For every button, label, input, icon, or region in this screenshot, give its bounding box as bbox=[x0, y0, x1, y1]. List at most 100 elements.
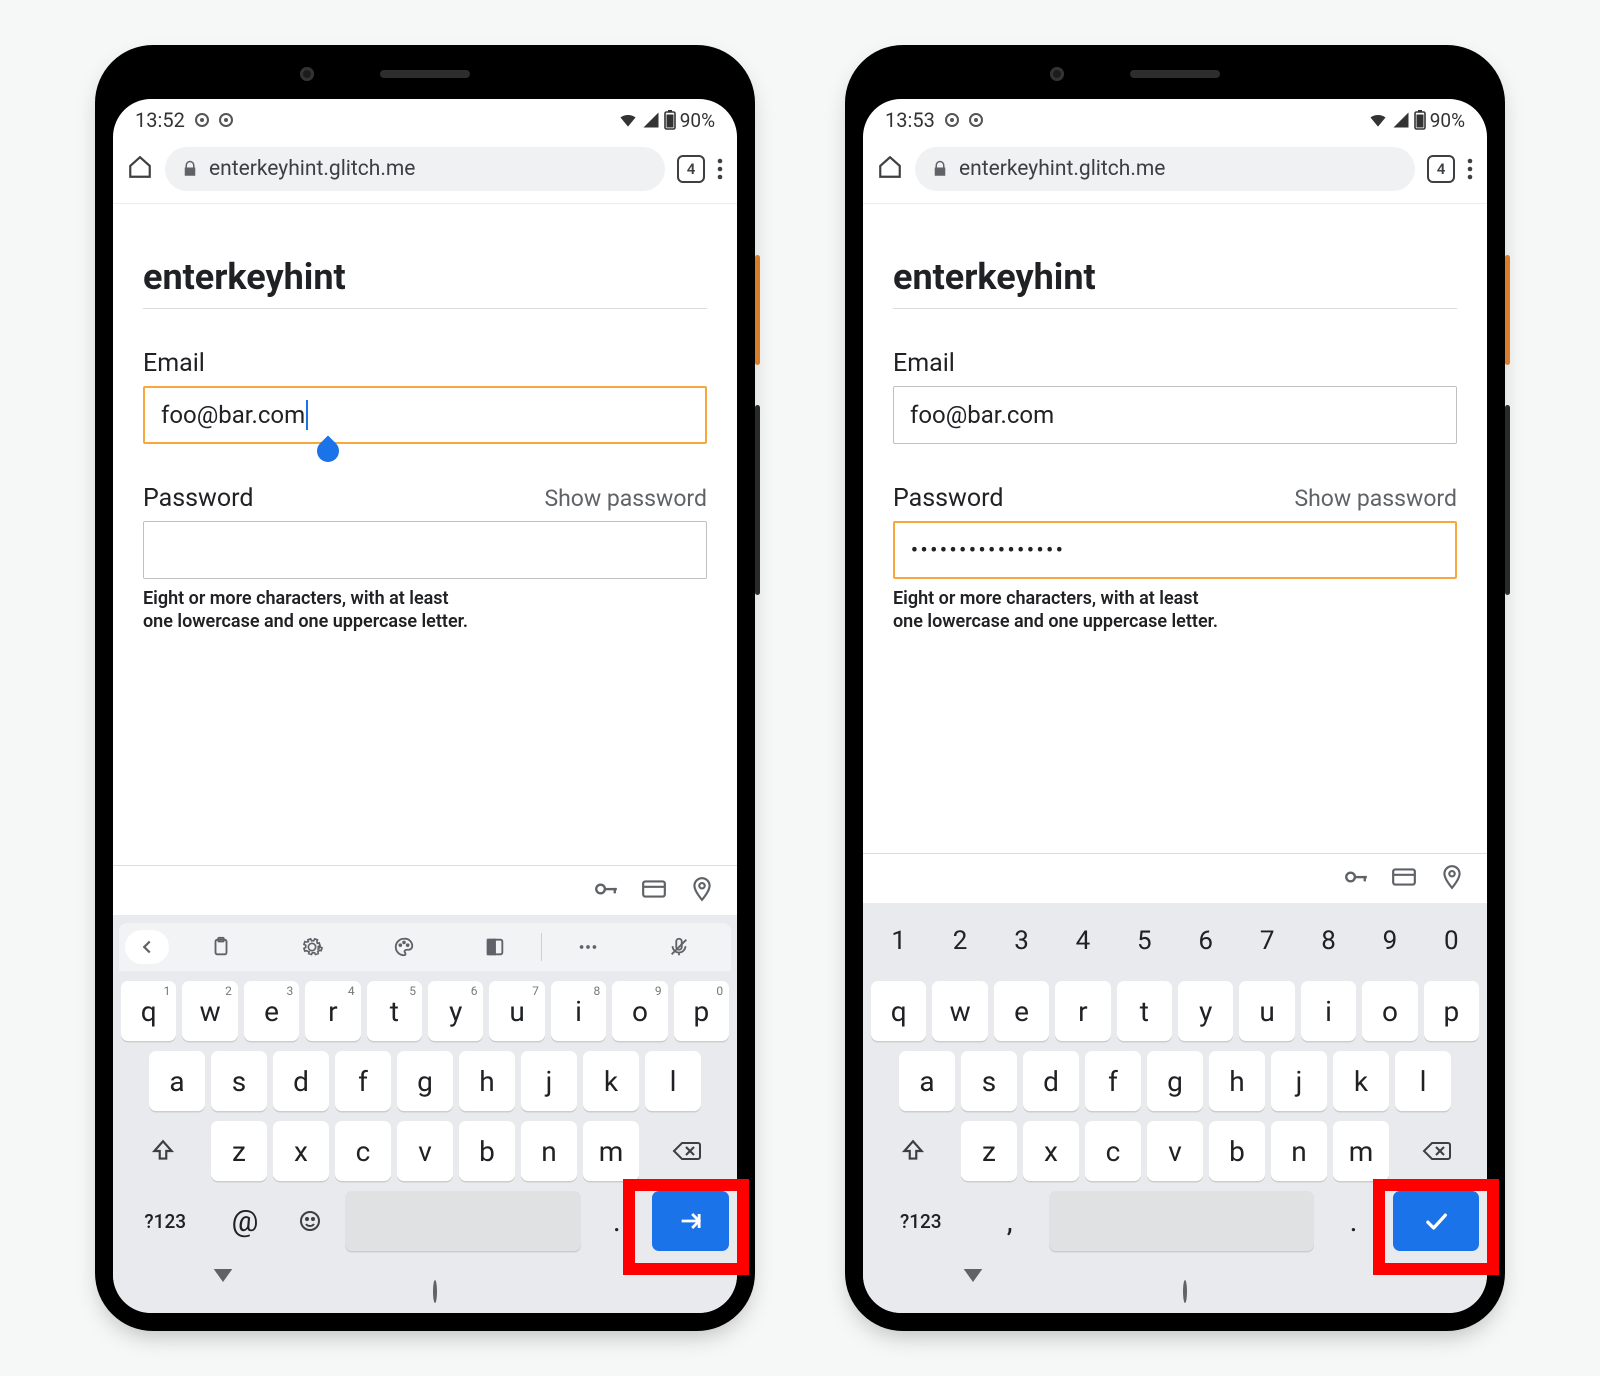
key-icon[interactable] bbox=[593, 876, 619, 906]
key-7[interactable]: 7 bbox=[1239, 911, 1294, 971]
key-e[interactable]: e3 bbox=[244, 981, 299, 1041]
location-icon[interactable] bbox=[1439, 864, 1465, 894]
key-6[interactable]: 6 bbox=[1178, 911, 1233, 971]
key-g[interactable]: g bbox=[1147, 1051, 1203, 1111]
key-k[interactable]: k bbox=[1333, 1051, 1389, 1111]
key-i[interactable]: i8 bbox=[551, 981, 606, 1041]
key-d[interactable]: d bbox=[1023, 1051, 1079, 1111]
card-icon[interactable] bbox=[1391, 864, 1417, 894]
key-w[interactable]: w bbox=[932, 981, 987, 1041]
key-r[interactable]: r bbox=[1055, 981, 1110, 1041]
key-a[interactable]: a bbox=[149, 1051, 205, 1111]
backspace-key[interactable] bbox=[1395, 1121, 1479, 1181]
card-icon[interactable] bbox=[641, 876, 667, 906]
key-a[interactable]: a bbox=[899, 1051, 955, 1111]
key-s[interactable]: s bbox=[211, 1051, 267, 1111]
shift-key[interactable] bbox=[871, 1121, 955, 1181]
show-password-toggle[interactable]: Show password bbox=[1294, 485, 1457, 512]
home-icon[interactable] bbox=[877, 154, 903, 184]
key-g[interactable]: g bbox=[397, 1051, 453, 1111]
onehanded-icon[interactable] bbox=[450, 936, 542, 958]
key-2[interactable]: 2 bbox=[932, 911, 987, 971]
key-t[interactable]: t bbox=[1117, 981, 1172, 1041]
period-key[interactable]: . bbox=[587, 1191, 646, 1251]
key-s[interactable]: s bbox=[961, 1051, 1017, 1111]
menu-icon[interactable] bbox=[1467, 157, 1473, 181]
caret-handle-icon[interactable] bbox=[312, 435, 343, 466]
emoji-key[interactable] bbox=[280, 1191, 339, 1251]
more-icon[interactable] bbox=[542, 936, 634, 958]
symbols-key[interactable]: ?123 bbox=[871, 1191, 971, 1251]
show-password-toggle[interactable]: Show password bbox=[544, 485, 707, 512]
palette-icon[interactable] bbox=[358, 936, 450, 958]
key-u[interactable]: u7 bbox=[489, 981, 544, 1041]
key-5[interactable]: 5 bbox=[1117, 911, 1172, 971]
key-l[interactable]: l bbox=[1395, 1051, 1451, 1111]
key-q[interactable]: q1 bbox=[121, 981, 176, 1041]
key-o[interactable]: o bbox=[1362, 981, 1417, 1041]
gear-icon[interactable] bbox=[267, 936, 359, 958]
key-b[interactable]: b bbox=[459, 1121, 515, 1181]
enter-key-next[interactable] bbox=[652, 1191, 729, 1251]
key-x[interactable]: x bbox=[1023, 1121, 1079, 1181]
password-input[interactable]: •••••••••••••••• bbox=[893, 521, 1457, 579]
key-icon[interactable] bbox=[1343, 864, 1369, 894]
key-f[interactable]: f bbox=[1085, 1051, 1141, 1111]
key-n[interactable]: n bbox=[521, 1121, 577, 1181]
tab-switcher[interactable]: 4 bbox=[677, 155, 705, 183]
key-p[interactable]: p0 bbox=[674, 981, 729, 1041]
email-input[interactable]: foo@bar.com bbox=[893, 386, 1457, 444]
key-h[interactable]: h bbox=[1209, 1051, 1265, 1111]
menu-icon[interactable] bbox=[717, 157, 723, 181]
key-y[interactable]: y bbox=[1178, 981, 1233, 1041]
spacebar[interactable] bbox=[345, 1191, 581, 1251]
home-icon[interactable] bbox=[127, 154, 153, 184]
key-p[interactable]: p bbox=[1424, 981, 1479, 1041]
key-j[interactable]: j bbox=[1271, 1051, 1327, 1111]
shift-key[interactable] bbox=[121, 1121, 205, 1181]
period-key[interactable]: . bbox=[1320, 1191, 1386, 1251]
key-8[interactable]: 8 bbox=[1301, 911, 1356, 971]
key-x[interactable]: x bbox=[273, 1121, 329, 1181]
password-input[interactable] bbox=[143, 521, 707, 579]
key-m[interactable]: m bbox=[583, 1121, 639, 1181]
key-o[interactable]: o9 bbox=[612, 981, 667, 1041]
backspace-key[interactable] bbox=[645, 1121, 729, 1181]
key-l[interactable]: l bbox=[645, 1051, 701, 1111]
key-4[interactable]: 4 bbox=[1055, 911, 1110, 971]
key-r[interactable]: r4 bbox=[305, 981, 360, 1041]
key-u[interactable]: u bbox=[1239, 981, 1294, 1041]
key-3[interactable]: 3 bbox=[994, 911, 1049, 971]
key-1[interactable]: 1 bbox=[871, 911, 926, 971]
key-v[interactable]: v bbox=[397, 1121, 453, 1181]
key-y[interactable]: y6 bbox=[428, 981, 483, 1041]
hide-keyboard-icon[interactable] bbox=[213, 1282, 233, 1301]
omnibox[interactable]: enterkeyhint.glitch.me bbox=[915, 147, 1415, 191]
hide-keyboard-icon[interactable] bbox=[963, 1282, 983, 1301]
email-input[interactable]: foo@bar.com bbox=[143, 386, 707, 444]
key-f[interactable]: f bbox=[335, 1051, 391, 1111]
omnibox[interactable]: enterkeyhint.glitch.me bbox=[165, 147, 665, 191]
spacebar[interactable] bbox=[1049, 1191, 1314, 1251]
key-m[interactable]: m bbox=[1333, 1121, 1389, 1181]
tab-switcher[interactable]: 4 bbox=[1427, 155, 1455, 183]
key-n[interactable]: n bbox=[1271, 1121, 1327, 1181]
clipboard-icon[interactable] bbox=[175, 936, 267, 958]
mic-icon[interactable] bbox=[634, 936, 726, 958]
key-9[interactable]: 9 bbox=[1362, 911, 1417, 971]
key-c[interactable]: c bbox=[335, 1121, 391, 1181]
home-nav-icon[interactable] bbox=[433, 1282, 437, 1301]
comma-key[interactable]: , bbox=[977, 1191, 1043, 1251]
key-h[interactable]: h bbox=[459, 1051, 515, 1111]
key-i[interactable]: i bbox=[1301, 981, 1356, 1041]
key-k[interactable]: k bbox=[583, 1051, 639, 1111]
at-key[interactable]: @ bbox=[215, 1191, 274, 1251]
home-nav-icon[interactable] bbox=[1183, 1282, 1187, 1301]
key-z[interactable]: z bbox=[961, 1121, 1017, 1181]
key-q[interactable]: q bbox=[871, 981, 926, 1041]
key-b[interactable]: b bbox=[1209, 1121, 1265, 1181]
key-0[interactable]: 0 bbox=[1424, 911, 1479, 971]
key-e[interactable]: e bbox=[994, 981, 1049, 1041]
symbols-key[interactable]: ?123 bbox=[121, 1191, 209, 1251]
key-z[interactable]: z bbox=[211, 1121, 267, 1181]
